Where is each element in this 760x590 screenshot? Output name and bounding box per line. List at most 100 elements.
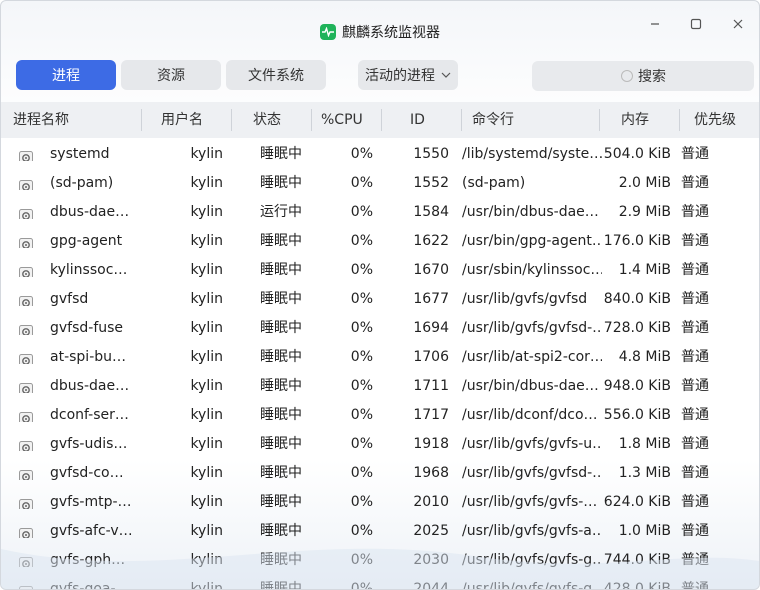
process-gear-icon <box>19 176 33 190</box>
process-state: 睡眠中 <box>260 349 302 365</box>
process-name: dbus-dae… <box>50 204 130 220</box>
column-divider[interactable] <box>311 109 312 131</box>
process-id: 1670 <box>413 262 449 278</box>
priority: 普通 <box>681 320 709 336</box>
process-id: 1711 <box>413 378 449 394</box>
column-divider[interactable] <box>599 109 600 131</box>
column-divider[interactable] <box>679 109 680 131</box>
table-row[interactable]: at-spi-bu… kylin 睡眠中 0% 1706/usr/lib/at-spi2… <box>1 343 759 372</box>
priority: 普通 <box>681 378 709 394</box>
minimize-icon <box>651 23 659 25</box>
priority: 普通 <box>681 581 709 589</box>
priority: 普通 <box>681 175 709 191</box>
memory-usage: 2.9 MiB <box>618 204 671 220</box>
table-header: 进程名称 用户名 状态 %CPU ID 命令行 内存 优先级 <box>1 102 759 138</box>
table-row[interactable]: kylinssoc… kylin 睡眠中 0% 1670/usr/sbin/kylins… <box>1 256 759 285</box>
column-divider[interactable] <box>231 109 232 131</box>
table-row[interactable]: gvfs-mtp-… kylin 睡眠中 0% 2010/usr/lib/gvfs/gv… <box>1 488 759 517</box>
column-header-status[interactable]: 状态 <box>253 102 281 138</box>
process-state: 运行中 <box>260 204 302 220</box>
tab-filesystems[interactable]: 文件系统 <box>226 60 326 90</box>
table-row[interactable]: gvfs-goa-… kylin 睡眠中 0% 2044/usr/lib/gvfs/gv… <box>1 575 759 589</box>
command-line: /lib/systemd/syste… <box>462 146 602 162</box>
process-gear-icon <box>19 553 33 567</box>
tab-resources[interactable]: 资源 <box>121 60 221 90</box>
column-header-memory[interactable]: 内存 <box>621 102 649 138</box>
table-row[interactable]: (sd-pam) kylin 睡眠中 0% 1552 (sd-pam) 2.0 MiB 普通 <box>1 169 759 198</box>
process-state: 睡眠中 <box>260 262 302 278</box>
priority: 普通 <box>681 552 709 568</box>
process-id: 1677 <box>413 291 449 307</box>
process-gear-icon <box>19 408 33 422</box>
column-header-id[interactable]: ID <box>410 102 425 138</box>
user-name: kylin <box>190 146 223 162</box>
tab-processes[interactable]: 进程 <box>16 60 116 90</box>
table-row[interactable]: gvfsd-fuse kylin 睡眠中 0% 1694/usr/lib/gvfs/gv… <box>1 314 759 343</box>
title-bar: 麒麟系统监视器 <box>1 1 759 47</box>
process-gear-icon <box>19 147 33 161</box>
cpu-usage: 0% <box>350 175 373 191</box>
app-monitor-icon <box>320 24 336 40</box>
table-row[interactable]: gvfsd-co… kylin 睡眠中 0% 1968/usr/lib/gvfs/gvf… <box>1 459 759 488</box>
user-name: kylin <box>190 204 223 220</box>
cpu-usage: 0% <box>350 349 373 365</box>
process-gear-icon <box>19 466 33 480</box>
process-state: 睡眠中 <box>260 581 302 589</box>
process-name: gvfs-mtp-… <box>50 494 132 510</box>
command-line: /usr/lib/gvfs/gvfsd <box>462 291 588 307</box>
memory-usage: 840.0 KiB <box>603 291 671 307</box>
process-filter-label: 活动的进程 <box>365 68 435 84</box>
memory-usage: 504.0 KiB <box>603 146 671 162</box>
table-row[interactable]: gpg-agent kylin 睡眠中 0% 1622/usr/bin/gpg-agen… <box>1 227 759 256</box>
table-row[interactable]: dconf-ser… kylin 睡眠中 0% 1717/usr/lib/dconf/d… <box>1 401 759 430</box>
search-input[interactable]: 搜索 <box>532 61 754 91</box>
process-name: (sd-pam) <box>50 175 114 191</box>
user-name: kylin <box>190 320 223 336</box>
process-state: 睡眠中 <box>260 146 302 162</box>
process-name: gvfsd <box>50 291 89 307</box>
table-row[interactable]: gvfs-afc-v… kylin 睡眠中 0% 2025/usr/lib/gvfs/g… <box>1 517 759 546</box>
table-row[interactable]: dbus-dae… kylin 睡眠中 0% 1711/usr/bin/dbus-dae… <box>1 372 759 401</box>
user-name: kylin <box>190 378 223 394</box>
column-header-command[interactable]: 命令行 <box>472 102 514 138</box>
minimize-button[interactable] <box>644 13 666 35</box>
process-state: 睡眠中 <box>260 523 302 539</box>
command-line: /usr/bin/gpg-agent… <box>462 233 602 249</box>
process-id: 1622 <box>413 233 449 249</box>
column-header-user[interactable]: 用户名 <box>161 102 203 138</box>
column-divider[interactable] <box>461 109 462 131</box>
process-state: 睡眠中 <box>260 291 302 307</box>
priority: 普通 <box>681 349 709 365</box>
column-header-cpu[interactable]: %CPU <box>321 102 363 138</box>
table-row[interactable]: gvfs-udis… kylin 睡眠中 0% 1918/usr/lib/gvfs/gv… <box>1 430 759 459</box>
cpu-usage: 0% <box>350 378 373 394</box>
close-button[interactable] <box>727 13 749 35</box>
column-divider[interactable] <box>141 109 142 131</box>
table-row[interactable]: dbus-dae… kylin 运行中 0% 1584/usr/bin/dbus-dae… <box>1 198 759 227</box>
process-name: gvfs-gph… <box>50 552 126 568</box>
process-filter-dropdown[interactable]: 活动的进程 <box>358 60 458 90</box>
table-row[interactable]: systemd kylin 睡眠中 0% 1550/lib/systemd/syste…… <box>1 140 759 169</box>
priority: 普通 <box>681 407 709 423</box>
user-name: kylin <box>190 494 223 510</box>
process-gear-icon <box>19 379 33 393</box>
process-id: 1706 <box>413 349 449 365</box>
priority: 普通 <box>681 436 709 452</box>
process-id: 1717 <box>413 407 449 423</box>
command-line: /usr/sbin/kylinssoc… <box>462 262 602 278</box>
memory-usage: 1.8 MiB <box>618 436 671 452</box>
table-row[interactable]: gvfs-gph… kylin 睡眠中 0% 2030/usr/lib/gvfs/gvf… <box>1 546 759 575</box>
process-id: 2044 <box>413 581 449 589</box>
process-state: 睡眠中 <box>260 407 302 423</box>
maximize-button[interactable] <box>685 13 707 35</box>
process-gear-icon <box>19 292 33 306</box>
process-gear-icon <box>19 495 33 509</box>
process-gear-icon <box>19 524 33 538</box>
cpu-usage: 0% <box>350 262 373 278</box>
column-divider[interactable] <box>381 109 382 131</box>
column-header-process-name[interactable]: 进程名称 <box>13 102 69 138</box>
process-state: 睡眠中 <box>260 465 302 481</box>
user-name: kylin <box>190 465 223 481</box>
table-row[interactable]: gvfsd kylin 睡眠中 0% 1677/usr/lib/gvfs/gvfsd 84… <box>1 285 759 314</box>
column-header-priority[interactable]: 优先级 <box>694 102 736 138</box>
